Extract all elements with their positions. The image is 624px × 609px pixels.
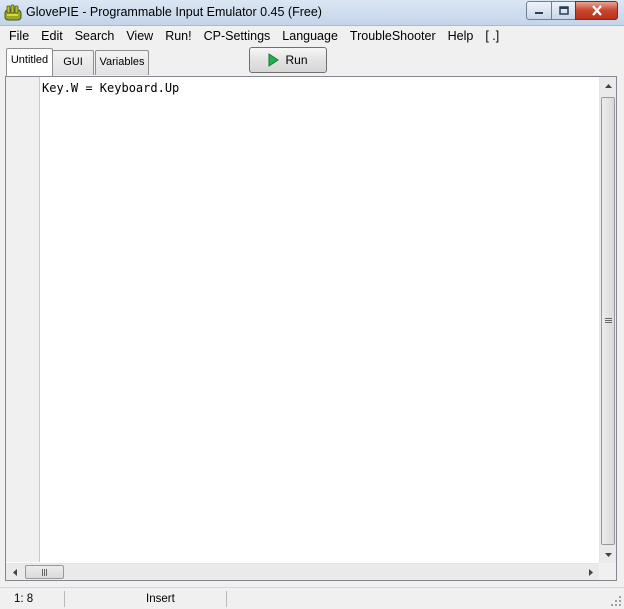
arrow-down-icon bbox=[605, 552, 612, 557]
arrow-up-icon bbox=[605, 83, 612, 88]
menu-extra[interactable]: [ .] bbox=[479, 26, 505, 46]
line-gutter bbox=[6, 77, 40, 562]
tab-untitled[interactable]: Untitled bbox=[6, 48, 53, 76]
menu-run[interactable]: Run! bbox=[159, 26, 197, 46]
status-divider bbox=[226, 591, 227, 607]
resize-grip-icon[interactable] bbox=[610, 595, 622, 607]
scrollbar-corner bbox=[599, 563, 616, 580]
menu-search[interactable]: Search bbox=[69, 26, 121, 46]
window-controls bbox=[526, 1, 618, 20]
title-bar[interactable]: GlovePIE - Programmable Input Emulator 0… bbox=[0, 0, 624, 26]
tab-toolbar-row: Untitled GUI Variables Run bbox=[0, 46, 624, 76]
scroll-up-button[interactable] bbox=[600, 77, 617, 94]
tab-variables[interactable]: Variables bbox=[95, 50, 149, 75]
maximize-button[interactable] bbox=[551, 1, 576, 20]
maximize-icon bbox=[558, 6, 569, 15]
close-button[interactable] bbox=[575, 1, 618, 20]
menu-bar: File Edit Search View Run! CP-Settings L… bbox=[0, 26, 624, 46]
vertical-scroll-thumb[interactable] bbox=[601, 97, 615, 545]
code-area[interactable]: Key.W = Keyboard.Up bbox=[41, 77, 600, 562]
close-icon bbox=[591, 5, 602, 16]
menu-view[interactable]: View bbox=[120, 26, 159, 46]
play-icon bbox=[268, 53, 280, 67]
status-divider bbox=[64, 591, 65, 607]
arrow-left-icon bbox=[12, 569, 17, 576]
status-bar: 1: 8 Insert bbox=[0, 587, 624, 609]
tab-gui[interactable]: GUI bbox=[52, 50, 94, 75]
code-line: Key.W = Keyboard.Up bbox=[42, 81, 180, 95]
vertical-scrollbar[interactable] bbox=[599, 77, 616, 563]
grip-lines-icon bbox=[604, 318, 612, 323]
grip-lines-icon bbox=[41, 568, 47, 576]
scroll-down-button[interactable] bbox=[600, 546, 617, 563]
horizontal-scrollbar[interactable] bbox=[6, 563, 599, 580]
script-editor[interactable]: Key.W = Keyboard.Up bbox=[5, 76, 617, 581]
run-button[interactable]: Run bbox=[249, 47, 327, 73]
cursor-position: 1: 8 bbox=[14, 593, 34, 605]
menu-file[interactable]: File bbox=[0, 26, 35, 46]
glovepie-glove-icon bbox=[4, 4, 22, 21]
minimize-icon bbox=[535, 11, 543, 14]
menu-cp-settings[interactable]: CP-Settings bbox=[198, 26, 277, 46]
menu-language[interactable]: Language bbox=[276, 26, 344, 46]
menu-troubleshooter[interactable]: TroubleShooter bbox=[344, 26, 442, 46]
menu-help[interactable]: Help bbox=[442, 26, 480, 46]
arrow-right-icon bbox=[588, 569, 593, 576]
scroll-left-button[interactable] bbox=[6, 564, 23, 581]
horizontal-scroll-thumb[interactable] bbox=[25, 565, 64, 579]
window-title: GlovePIE - Programmable Input Emulator 0… bbox=[26, 5, 322, 19]
run-button-label: Run bbox=[285, 53, 308, 67]
minimize-button[interactable] bbox=[526, 1, 552, 20]
insert-mode-indicator: Insert bbox=[146, 593, 175, 605]
scroll-right-button[interactable] bbox=[582, 564, 599, 581]
menu-edit[interactable]: Edit bbox=[35, 26, 69, 46]
